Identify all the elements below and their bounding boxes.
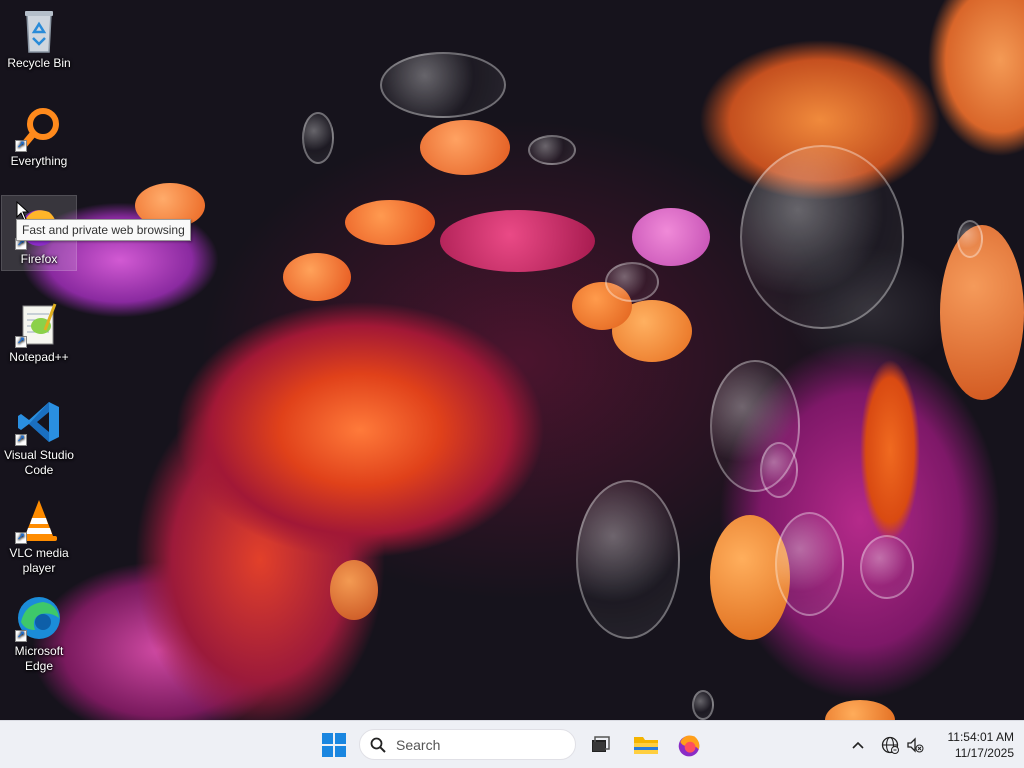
volume-button[interactable] [903,733,927,757]
desktop-icon-label: Microsoft Edge [14,644,64,673]
network-status-button[interactable] [878,733,902,757]
shortcut-arrow-icon: ↗ [15,532,27,544]
wallpaper-bubble [760,442,798,498]
shortcut-arrow-icon: ↗ [15,336,27,348]
desktop-wallpaper: Recycle Bin ↗ Everything ↗ Firefox ↗ Not… [0,0,1024,720]
desktop-icon-label: Visual Studio Code [4,448,74,477]
recycle-bin-icon [15,6,63,54]
firefox-icon [678,735,700,757]
shortcut-arrow-icon: ↗ [15,434,27,446]
wallpaper-bubble [692,690,714,720]
wallpaper-shape [420,120,510,175]
desktop-icon-visual-studio-code[interactable]: ↗ Visual Studio Code [2,392,76,482]
wallpaper-shape [330,560,378,620]
clock-time: 11:54:01 AM [947,730,1015,744]
search-input[interactable] [394,735,558,754]
chevron-up-icon [852,741,864,749]
search-icon [370,737,386,753]
everything-search-icon: ↗ [15,104,63,152]
wallpaper-bubble [302,112,334,164]
desktop-icon-label: Firefox [20,252,58,266]
task-view-button[interactable] [584,729,616,761]
network-globe-icon [881,736,899,754]
edge-icon: ↗ [15,594,63,642]
wallpaper-shape [440,210,595,272]
show-hidden-icons-button[interactable] [846,733,870,757]
desktop-icon-label: Everything [10,154,68,168]
wallpaper-shape [825,700,895,720]
vlc-icon: ↗ [15,496,63,544]
desktop-icon-label: Recycle Bin [7,56,71,70]
desktop-icon-vlc-media-player[interactable]: ↗ VLC media player [2,490,76,580]
taskbar: 11:54:01 AM 11/17/2025 [0,720,1024,768]
desktop-icon-microsoft-edge[interactable]: ↗ Microsoft Edge [2,588,76,678]
wallpaper-bubble [740,145,904,329]
notepad-plus-plus-icon: ↗ [15,300,63,348]
desktop-icon-notepad-plus-plus[interactable]: ↗ Notepad++ [2,294,76,374]
file-explorer-button[interactable] [630,729,662,761]
file-explorer-icon [634,737,658,754]
system-clock[interactable]: 11:54:01 AM 11/17/2025 [930,729,1015,761]
wallpaper-bubble [860,535,914,599]
wallpaper-shape [940,225,1024,400]
shortcut-arrow-icon: ↗ [15,630,27,642]
shortcut-arrow-icon: ↗ [15,140,27,152]
vscode-icon: ↗ [15,398,63,446]
desktop-icon-recycle-bin[interactable]: Recycle Bin [2,0,76,80]
wallpaper-shape [345,200,435,245]
desktop-icon-label: Notepad++ [9,350,69,364]
desktop-icon-label: VLC media player [9,546,69,575]
taskbar-search-box[interactable] [359,729,576,760]
start-button[interactable] [320,731,348,759]
firefox-taskbar-button[interactable] [673,729,705,761]
desktop-icon-everything[interactable]: ↗ Everything [2,98,76,178]
wallpaper-shape [632,208,710,266]
start-icon [322,733,346,757]
volume-muted-icon [907,737,924,753]
wallpaper-bubble [605,262,659,302]
wallpaper-bubble [528,135,576,165]
wallpaper-bubble [380,52,506,118]
wallpaper-bubble [957,220,983,258]
task-view-icon [592,736,610,752]
clock-date: 11/17/2025 [954,746,1014,760]
firefox-tooltip: Fast and private web browsing [16,219,191,241]
wallpaper-bubble [775,512,844,616]
wallpaper-shape [283,253,351,301]
wallpaper-bubble [576,480,680,639]
